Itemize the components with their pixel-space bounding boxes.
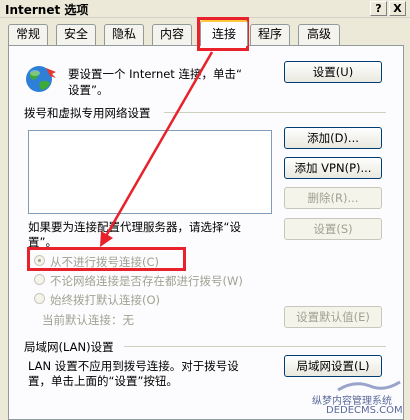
annotation-arrow xyxy=(100,51,214,247)
watermark-line2: DEDECMS.COM xyxy=(326,405,403,416)
watermark: 纵梦内容管理系统 DEDECMS.COM xyxy=(312,378,408,418)
tab-connections[interactable]: 连接 xyxy=(200,20,248,46)
